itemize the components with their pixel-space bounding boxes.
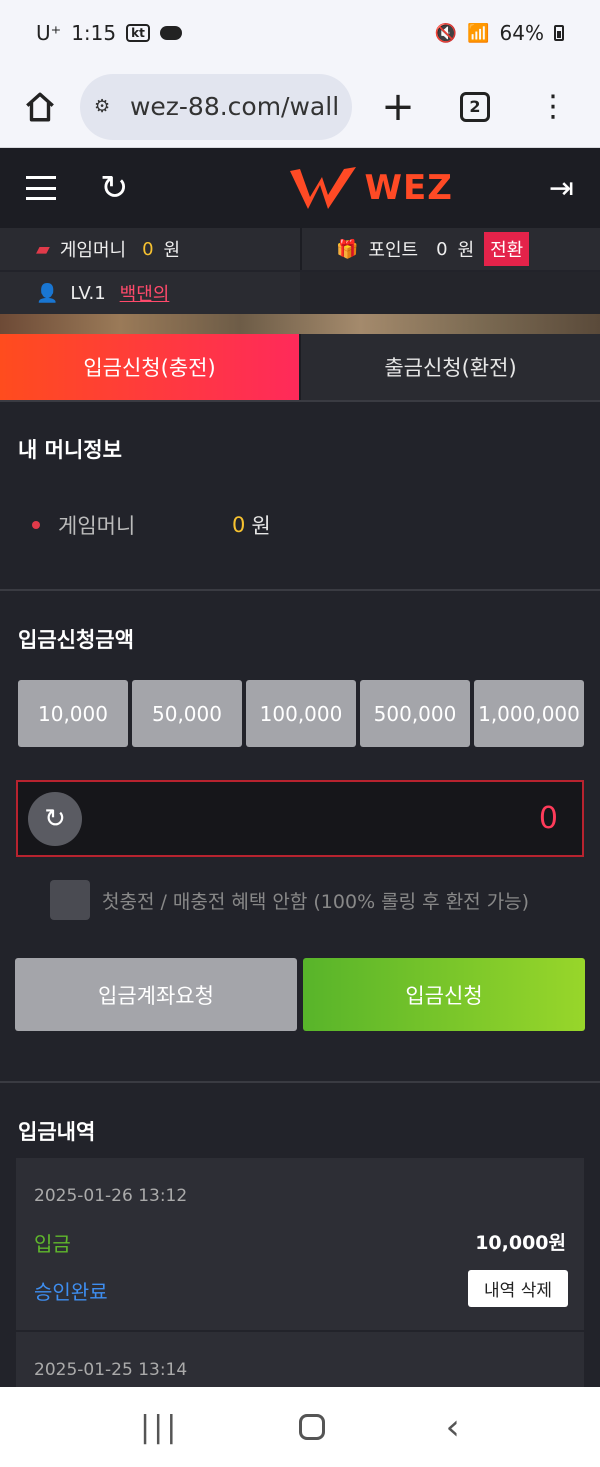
my-money-unit: 원 bbox=[251, 514, 271, 538]
new-tab-button[interactable]: + bbox=[378, 87, 418, 127]
battery-icon bbox=[554, 25, 564, 41]
amount-button-100000[interactable]: 100,000 bbox=[246, 680, 356, 747]
no-bonus-label: 첫충전 / 매충전 혜택 안함 (100% 롤링 후 환전 가능) bbox=[102, 890, 530, 913]
nickname-link[interactable]: 백댄의 bbox=[120, 280, 170, 306]
home-button[interactable] bbox=[20, 87, 60, 127]
divider bbox=[0, 400, 600, 402]
game-money-label: 게임머니 bbox=[59, 240, 127, 261]
game-money-cell: ▰ 게임머니 0 원 bbox=[0, 228, 300, 270]
wallet-tabs: 입금신청(충전) 출금신청(환전) bbox=[0, 334, 600, 400]
convert-button[interactable]: 전환 bbox=[484, 232, 530, 266]
tab-switcher-button[interactable]: 2 bbox=[460, 91, 490, 122]
divider bbox=[0, 589, 600, 591]
deposit-amount-title: 입금신청금액 bbox=[18, 628, 134, 652]
game-money-value: 0 bbox=[142, 238, 154, 260]
no-bonus-option[interactable]: 첫충전 / 매충전 혜택 안함 (100% 롤링 후 환전 가능) bbox=[50, 880, 529, 920]
history-item: 2025-01-25 13:14 bbox=[16, 1332, 584, 1387]
address-bar[interactable]: ⚙ wez-88.com/walle bbox=[80, 73, 352, 140]
home-icon bbox=[26, 92, 54, 121]
my-money-value: 0 bbox=[232, 513, 246, 537]
back-button[interactable]: ‹ bbox=[446, 1407, 460, 1448]
deposit-amount-value: 0 bbox=[538, 801, 558, 836]
browser-toolbar: ⚙ wez-88.com/walle + 2 ⋮ bbox=[0, 66, 600, 148]
point-label: 포인트 bbox=[368, 240, 419, 261]
no-bonus-checkbox[interactable] bbox=[50, 880, 90, 920]
status-right: 🔇 📶 64% bbox=[435, 21, 564, 45]
delete-history-button[interactable]: 내역 삭제 bbox=[468, 1270, 568, 1307]
kt-icon: kt bbox=[126, 24, 150, 42]
level-label: LV.1 bbox=[70, 282, 106, 304]
divider bbox=[0, 1081, 600, 1083]
site-logo[interactable]: WEZ bbox=[288, 163, 452, 213]
point-value: 0 bbox=[436, 238, 448, 260]
clock: 1:15 bbox=[71, 21, 117, 45]
site-header: ↻ WEZ ⇥ bbox=[0, 148, 600, 228]
history-status: 승인완료 bbox=[34, 1280, 108, 1304]
account-row-1: ▰ 게임머니 0 원 🎁 포인트 0 원 전환 bbox=[0, 228, 600, 270]
submit-deposit-button[interactable]: 입금신청 bbox=[303, 958, 585, 1031]
account-row-2: 👤 LV.1 백댄의 bbox=[0, 272, 600, 314]
amount-button-50000[interactable]: 50,000 bbox=[132, 680, 242, 747]
wallet-icon: ▰ bbox=[36, 238, 50, 260]
logo-mark-icon bbox=[290, 167, 357, 209]
my-money-label: 게임머니 bbox=[58, 514, 136, 538]
game-money-unit: 원 bbox=[163, 240, 181, 261]
logout-icon[interactable]: ⇥ bbox=[549, 171, 574, 206]
level-cell: 👤 LV.1 백댄의 bbox=[0, 272, 300, 314]
quick-amount-buttons: 10,000 50,000 100,000 500,000 1,000,000 bbox=[18, 680, 584, 747]
deposit-actions: 입금계좌요청 입금신청 bbox=[15, 958, 585, 1031]
more-menu-button[interactable]: ⋮ bbox=[538, 91, 568, 122]
history-date: 2025-01-26 13:12 bbox=[34, 1186, 188, 1206]
refresh-icon[interactable]: ↻ bbox=[100, 168, 129, 208]
blank-cell bbox=[300, 272, 600, 314]
menu-icon[interactable] bbox=[26, 176, 56, 200]
history-amount: 10,000원 bbox=[475, 1232, 566, 1254]
banner-image bbox=[0, 314, 600, 334]
url-text: wez-88.com/walle bbox=[129, 92, 338, 121]
user-icon: 👤 bbox=[36, 282, 59, 304]
battery-percent: 64% bbox=[499, 21, 544, 45]
status-left: U⁺ 1:15 kt bbox=[36, 21, 182, 45]
deposit-amount-input[interactable]: ↻ 0 bbox=[16, 780, 584, 857]
request-account-button[interactable]: 입금계좌요청 bbox=[15, 958, 297, 1031]
history-item: 2025-01-26 13:12 입금 10,000원 승인완료 내역 삭제 bbox=[16, 1158, 584, 1330]
amount-button-500000[interactable]: 500,000 bbox=[360, 680, 470, 747]
point-unit: 원 bbox=[457, 240, 475, 261]
tab-withdraw[interactable]: 출금신청(환전) bbox=[299, 334, 600, 400]
home-nav-button[interactable] bbox=[299, 1414, 326, 1440]
site-settings-icon[interactable]: ⚙ bbox=[94, 96, 120, 117]
header-left: ↻ bbox=[26, 168, 129, 208]
my-money-title: 내 머니정보 bbox=[18, 438, 122, 462]
point-cell: 🎁 포인트 0 원 전환 bbox=[300, 228, 600, 270]
system-nav-bar: ||| ‹ bbox=[0, 1387, 600, 1467]
reset-amount-icon[interactable]: ↻ bbox=[28, 791, 82, 846]
tab-deposit[interactable]: 입금신청(충전) bbox=[0, 334, 299, 400]
history-date: 2025-01-25 13:14 bbox=[34, 1360, 188, 1380]
gift-icon: 🎁 bbox=[336, 238, 359, 260]
amount-button-1000000[interactable]: 1,000,000 bbox=[474, 680, 584, 747]
amount-button-10000[interactable]: 10,000 bbox=[18, 680, 128, 747]
mute-icon: 🔇 bbox=[434, 22, 458, 44]
wifi-icon: 📶 bbox=[467, 22, 490, 44]
history-type: 입금 bbox=[34, 1232, 71, 1256]
recent-apps-button[interactable]: ||| bbox=[140, 1410, 179, 1445]
history-title: 입금내역 bbox=[18, 1120, 96, 1144]
logo-text: WEZ bbox=[364, 168, 453, 208]
bullet-icon bbox=[32, 521, 40, 529]
carrier-label: U⁺ bbox=[36, 21, 62, 45]
my-money-row: 게임머니 0 원 bbox=[32, 510, 271, 540]
status-bar: U⁺ 1:15 kt 🔇 📶 64% bbox=[0, 0, 600, 66]
cloud-icon bbox=[159, 26, 182, 40]
